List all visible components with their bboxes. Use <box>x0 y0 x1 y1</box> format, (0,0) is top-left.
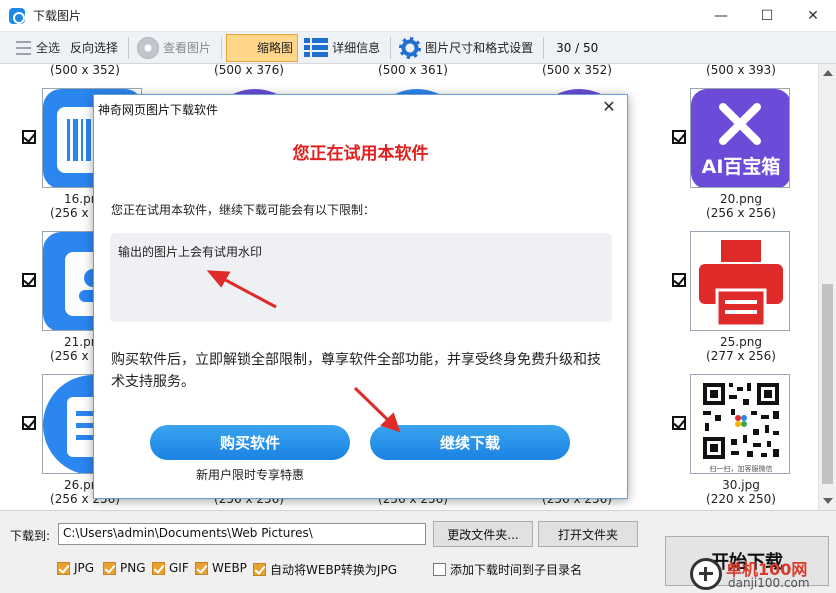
qr-code-icon: 扫一扫，加客服微信 <box>691 375 789 473</box>
close-button[interactable]: ✕ <box>790 0 836 32</box>
image-checkbox[interactable] <box>672 416 686 430</box>
image-thumbnail[interactable]: 扫一扫，加客服微信 <box>690 374 790 474</box>
option-gif[interactable]: GIF <box>152 561 189 575</box>
toolbar-divider <box>221 36 223 59</box>
promo-text: 新用户限时专享特惠 <box>195 468 304 482</box>
download-panel: 下载到: C:\Users\admin\Documents\Web Pictur… <box>0 510 836 593</box>
app-icon <box>9 7 25 24</box>
dialog-heading: 您正在试用本软件 <box>292 144 429 164</box>
scroll-up-arrow-icon[interactable] <box>823 70 833 76</box>
option-webp[interactable]: WEBP <box>195 561 247 575</box>
printer-icon <box>691 232 789 330</box>
scroll-down-arrow-icon[interactable] <box>823 498 833 504</box>
limitation-box: 输出的图片上会有试用水印 <box>110 233 612 322</box>
toolbar-divider <box>390 36 392 59</box>
grid-icon <box>231 38 253 58</box>
maximize-button[interactable]: ☐ <box>744 0 790 32</box>
image-checkbox[interactable] <box>22 130 36 144</box>
image-dims: (500 x 352) <box>50 64 120 77</box>
thumbnails-label: 缩略图 <box>257 41 294 55</box>
option-png[interactable]: PNG <box>103 561 146 575</box>
image-checkbox[interactable] <box>672 130 686 144</box>
image-thumbnail[interactable] <box>690 231 790 331</box>
invert-select-button[interactable]: 反向选择 <box>66 34 122 62</box>
view-image-button[interactable]: 查看图片 <box>133 34 215 62</box>
toolbar-divider <box>128 36 130 59</box>
thumbnails-button[interactable]: 缩略图 <box>226 33 299 62</box>
size-format-button[interactable]: 图片尺寸和格式设置 <box>395 34 537 62</box>
checkbox-webp-to-jpg[interactable] <box>253 563 266 576</box>
checkbox-gif[interactable] <box>152 561 165 575</box>
dialog-close-icon[interactable]: ✕ <box>597 97 621 119</box>
limitation-text: 输出的图片上会有试用水印 <box>118 245 263 259</box>
minimize-button[interactable]: — <box>698 0 744 32</box>
trial-dialog: 神奇网页图片下载软件 ✕ 您正在试用本软件 您正在试用本软件，继续下载可能会有以… <box>93 94 628 499</box>
start-download-button[interactable]: 开始下载 <box>665 536 829 586</box>
details-label: 详细信息 <box>332 41 381 55</box>
checkbox-jpg[interactable] <box>57 561 70 575</box>
image-thumbnail[interactable]: AI百宝箱 <box>690 88 790 188</box>
window-controls: — ☐ ✕ <box>698 0 836 32</box>
qr-caption: 扫一扫，加客服微信 <box>710 464 773 473</box>
tools-icon: AI百宝箱 <box>691 89 789 187</box>
image-dims: (220 x 250) <box>706 492 776 506</box>
toolbar-divider <box>543 36 545 59</box>
buy-software-button[interactable]: 购买软件 <box>150 425 350 460</box>
list-icon <box>304 37 329 58</box>
option-label: PNG <box>120 561 146 575</box>
option-label: WEBP <box>212 561 247 575</box>
dialog-body: 购买软件后，立即解锁全部限制，尊享软件全部功能，并享受终身免费升级和技术支持服务… <box>111 352 601 390</box>
vertical-scrollbar[interactable] <box>818 64 836 510</box>
image-checkbox[interactable] <box>22 273 36 287</box>
checkbox-add-time-subdir[interactable] <box>433 563 446 576</box>
image-count: 30 / 50 <box>556 40 599 55</box>
window-title: 下载图片 <box>33 9 82 23</box>
image-dims: (500 x 393) <box>706 64 776 77</box>
option-label: GIF <box>169 561 189 575</box>
option-webp-to-jpg[interactable]: 自动将WEBP转换为JPG <box>253 561 397 578</box>
image-filename: 20.png <box>720 192 762 206</box>
option-add-time-subdir[interactable]: 添加下载时间到子目录名 <box>433 561 582 578</box>
checklist-icon <box>8 38 32 58</box>
image-dims: (500 x 361) <box>378 64 448 77</box>
option-jpg[interactable]: JPG <box>57 561 94 575</box>
select-all-label: 全选 <box>36 41 61 55</box>
image-dims: (256 x 256) <box>706 206 776 220</box>
dialog-intro: 您正在试用本软件，继续下载可能会有以下限制： <box>111 203 376 217</box>
image-dims: (500 x 376) <box>214 64 284 77</box>
image-checkbox[interactable] <box>22 416 36 430</box>
ai-thumb-text: AI百宝箱 <box>702 155 781 178</box>
image-checkbox[interactable] <box>672 273 686 287</box>
dialog-title: 神奇网页图片下载软件 <box>98 103 219 117</box>
view-image-label: 查看图片 <box>163 41 212 55</box>
change-folder-button[interactable]: 更改文件夹... <box>433 521 533 547</box>
image-filename: 30.jpg <box>722 478 760 492</box>
checkbox-webp[interactable] <box>195 561 208 575</box>
title-bar: 下载图片 — ☐ ✕ <box>0 0 836 32</box>
details-button[interactable]: 详细信息 <box>300 34 384 62</box>
download-to-label: 下载到: <box>10 529 51 543</box>
option-label: JPG <box>74 561 95 575</box>
image-filename: 25.png <box>720 335 762 349</box>
continue-download-button[interactable]: 继续下载 <box>370 425 570 460</box>
select-all-button[interactable]: 全选 <box>4 34 64 62</box>
open-folder-button[interactable]: 打开文件夹 <box>538 521 638 547</box>
disc-icon <box>137 36 160 59</box>
option-label: 添加下载时间到子目录名 <box>450 563 583 577</box>
image-dims: (500 x 352) <box>542 64 612 77</box>
option-label: 自动将WEBP转换为JPG <box>270 563 397 577</box>
scroll-thumb[interactable] <box>822 284 833 484</box>
image-dims: (277 x 256) <box>706 349 776 363</box>
gear-icon <box>399 36 422 59</box>
checkbox-png[interactable] <box>103 561 116 575</box>
invert-select-label: 反向选择 <box>70 41 119 55</box>
download-path-input[interactable]: C:\Users\admin\Documents\Web Pictures\ <box>58 523 426 545</box>
size-format-label: 图片尺寸和格式设置 <box>425 41 534 55</box>
toolbar: 全选 反向选择 查看图片 缩略图 详细信息 图片尺寸和格式设置 30 / 50 <box>0 32 836 64</box>
